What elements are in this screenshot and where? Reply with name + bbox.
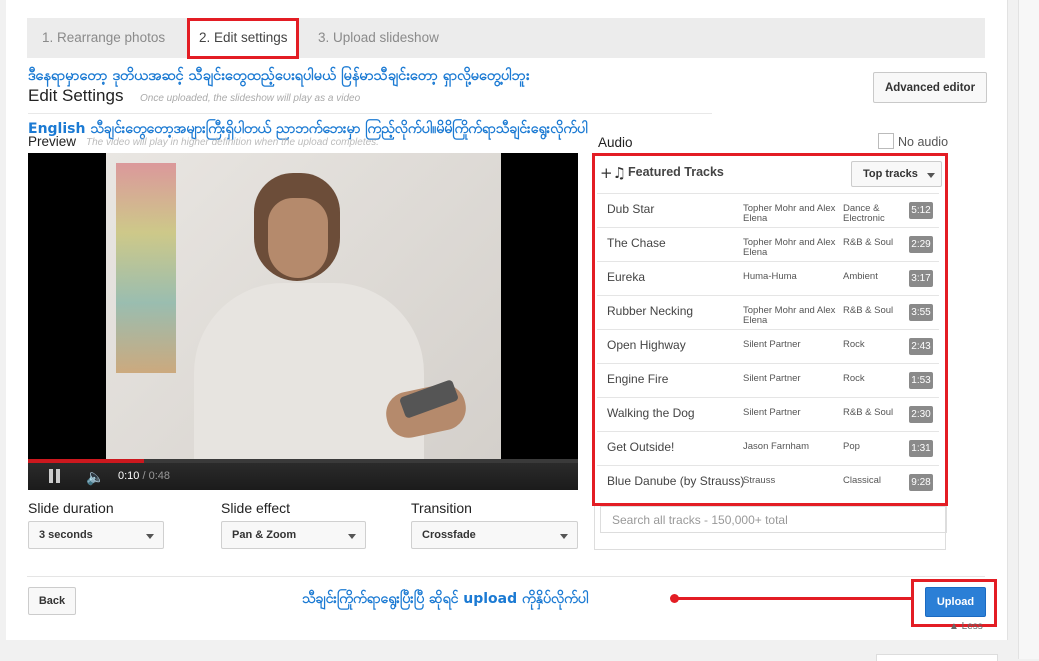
transition-select[interactable]: Crossfade xyxy=(411,521,578,549)
upload-button[interactable]: Upload xyxy=(925,587,986,617)
video-player[interactable]: 🔈 0:10 / 0:48 xyxy=(28,153,578,490)
wall-poster xyxy=(116,163,176,373)
time-total: / 0:48 xyxy=(139,470,170,482)
no-audio-label[interactable]: No audio xyxy=(898,135,948,149)
footer-divider xyxy=(27,576,985,577)
preview-label: Preview xyxy=(28,134,77,149)
transition-value: Crossfade xyxy=(422,529,476,541)
tab-edit-settings[interactable]: 2. Edit settings xyxy=(199,30,288,45)
annotation-arrow-dot xyxy=(670,594,679,603)
advanced-editor-button[interactable]: Advanced editor xyxy=(873,72,987,103)
step-tabs: 1. Rearrange photos 3. Upload slideshow xyxy=(27,18,985,58)
slide-duration-select[interactable]: 3 seconds xyxy=(28,521,164,549)
bottom-tab-stub xyxy=(876,654,998,661)
video-controls: 🔈 0:10 / 0:48 xyxy=(28,463,578,490)
time-current: 0:10 xyxy=(118,470,140,482)
video-time: 0:10 / 0:48 xyxy=(118,470,170,482)
slide-effect-label: Slide effect xyxy=(221,500,291,516)
header-divider xyxy=(28,113,712,114)
page-title: Edit Settings xyxy=(28,86,124,105)
pause-icon[interactable] xyxy=(48,469,62,483)
scrollbar-area[interactable] xyxy=(1018,0,1039,659)
video-frame xyxy=(106,153,501,459)
less-toggle[interactable]: ▲ Less xyxy=(949,621,983,632)
slide-effect-value: Pan & Zoom xyxy=(232,529,297,541)
preview-note: The video will play in higher definition… xyxy=(86,137,379,148)
annotation-top: ဒီနေရာမှာတော့ ဒုတိယအဆင့် သီချင်းတွေထည့်ပ… xyxy=(28,68,530,84)
search-tracks-input[interactable]: Search all tracks - 150,000+ total xyxy=(600,506,947,533)
chevron-down-icon xyxy=(348,534,356,539)
chevron-down-icon xyxy=(146,534,154,539)
transition-label: Transition xyxy=(411,500,472,516)
slide-effect-select[interactable]: Pan & Zoom xyxy=(221,521,366,549)
tab-upload-slideshow[interactable]: 3. Upload slideshow xyxy=(318,30,439,45)
audio-label: Audio xyxy=(598,135,633,150)
volume-icon[interactable]: 🔈 xyxy=(86,468,105,486)
chevron-down-icon xyxy=(560,534,568,539)
page-subtitle: Once uploaded, the slideshow will play a… xyxy=(140,93,361,104)
tracks-highlight xyxy=(592,153,948,506)
back-button[interactable]: Back xyxy=(28,587,76,615)
slide-duration-label: Slide duration xyxy=(28,500,114,516)
person-body xyxy=(194,283,424,459)
tab-rearrange-photos[interactable]: 1. Rearrange photos xyxy=(42,30,165,45)
slide-duration-value: 3 seconds xyxy=(39,529,93,541)
tab-edit-settings-highlight: 2. Edit settings xyxy=(187,18,299,59)
annotation-bottom: သီချင်းကြိုက်ရာရွေးပြီးပြီ ဆိုရင် upload… xyxy=(302,591,589,607)
no-audio-checkbox[interactable] xyxy=(878,133,894,149)
annotation-arrow xyxy=(672,597,912,600)
person-face xyxy=(268,198,328,278)
